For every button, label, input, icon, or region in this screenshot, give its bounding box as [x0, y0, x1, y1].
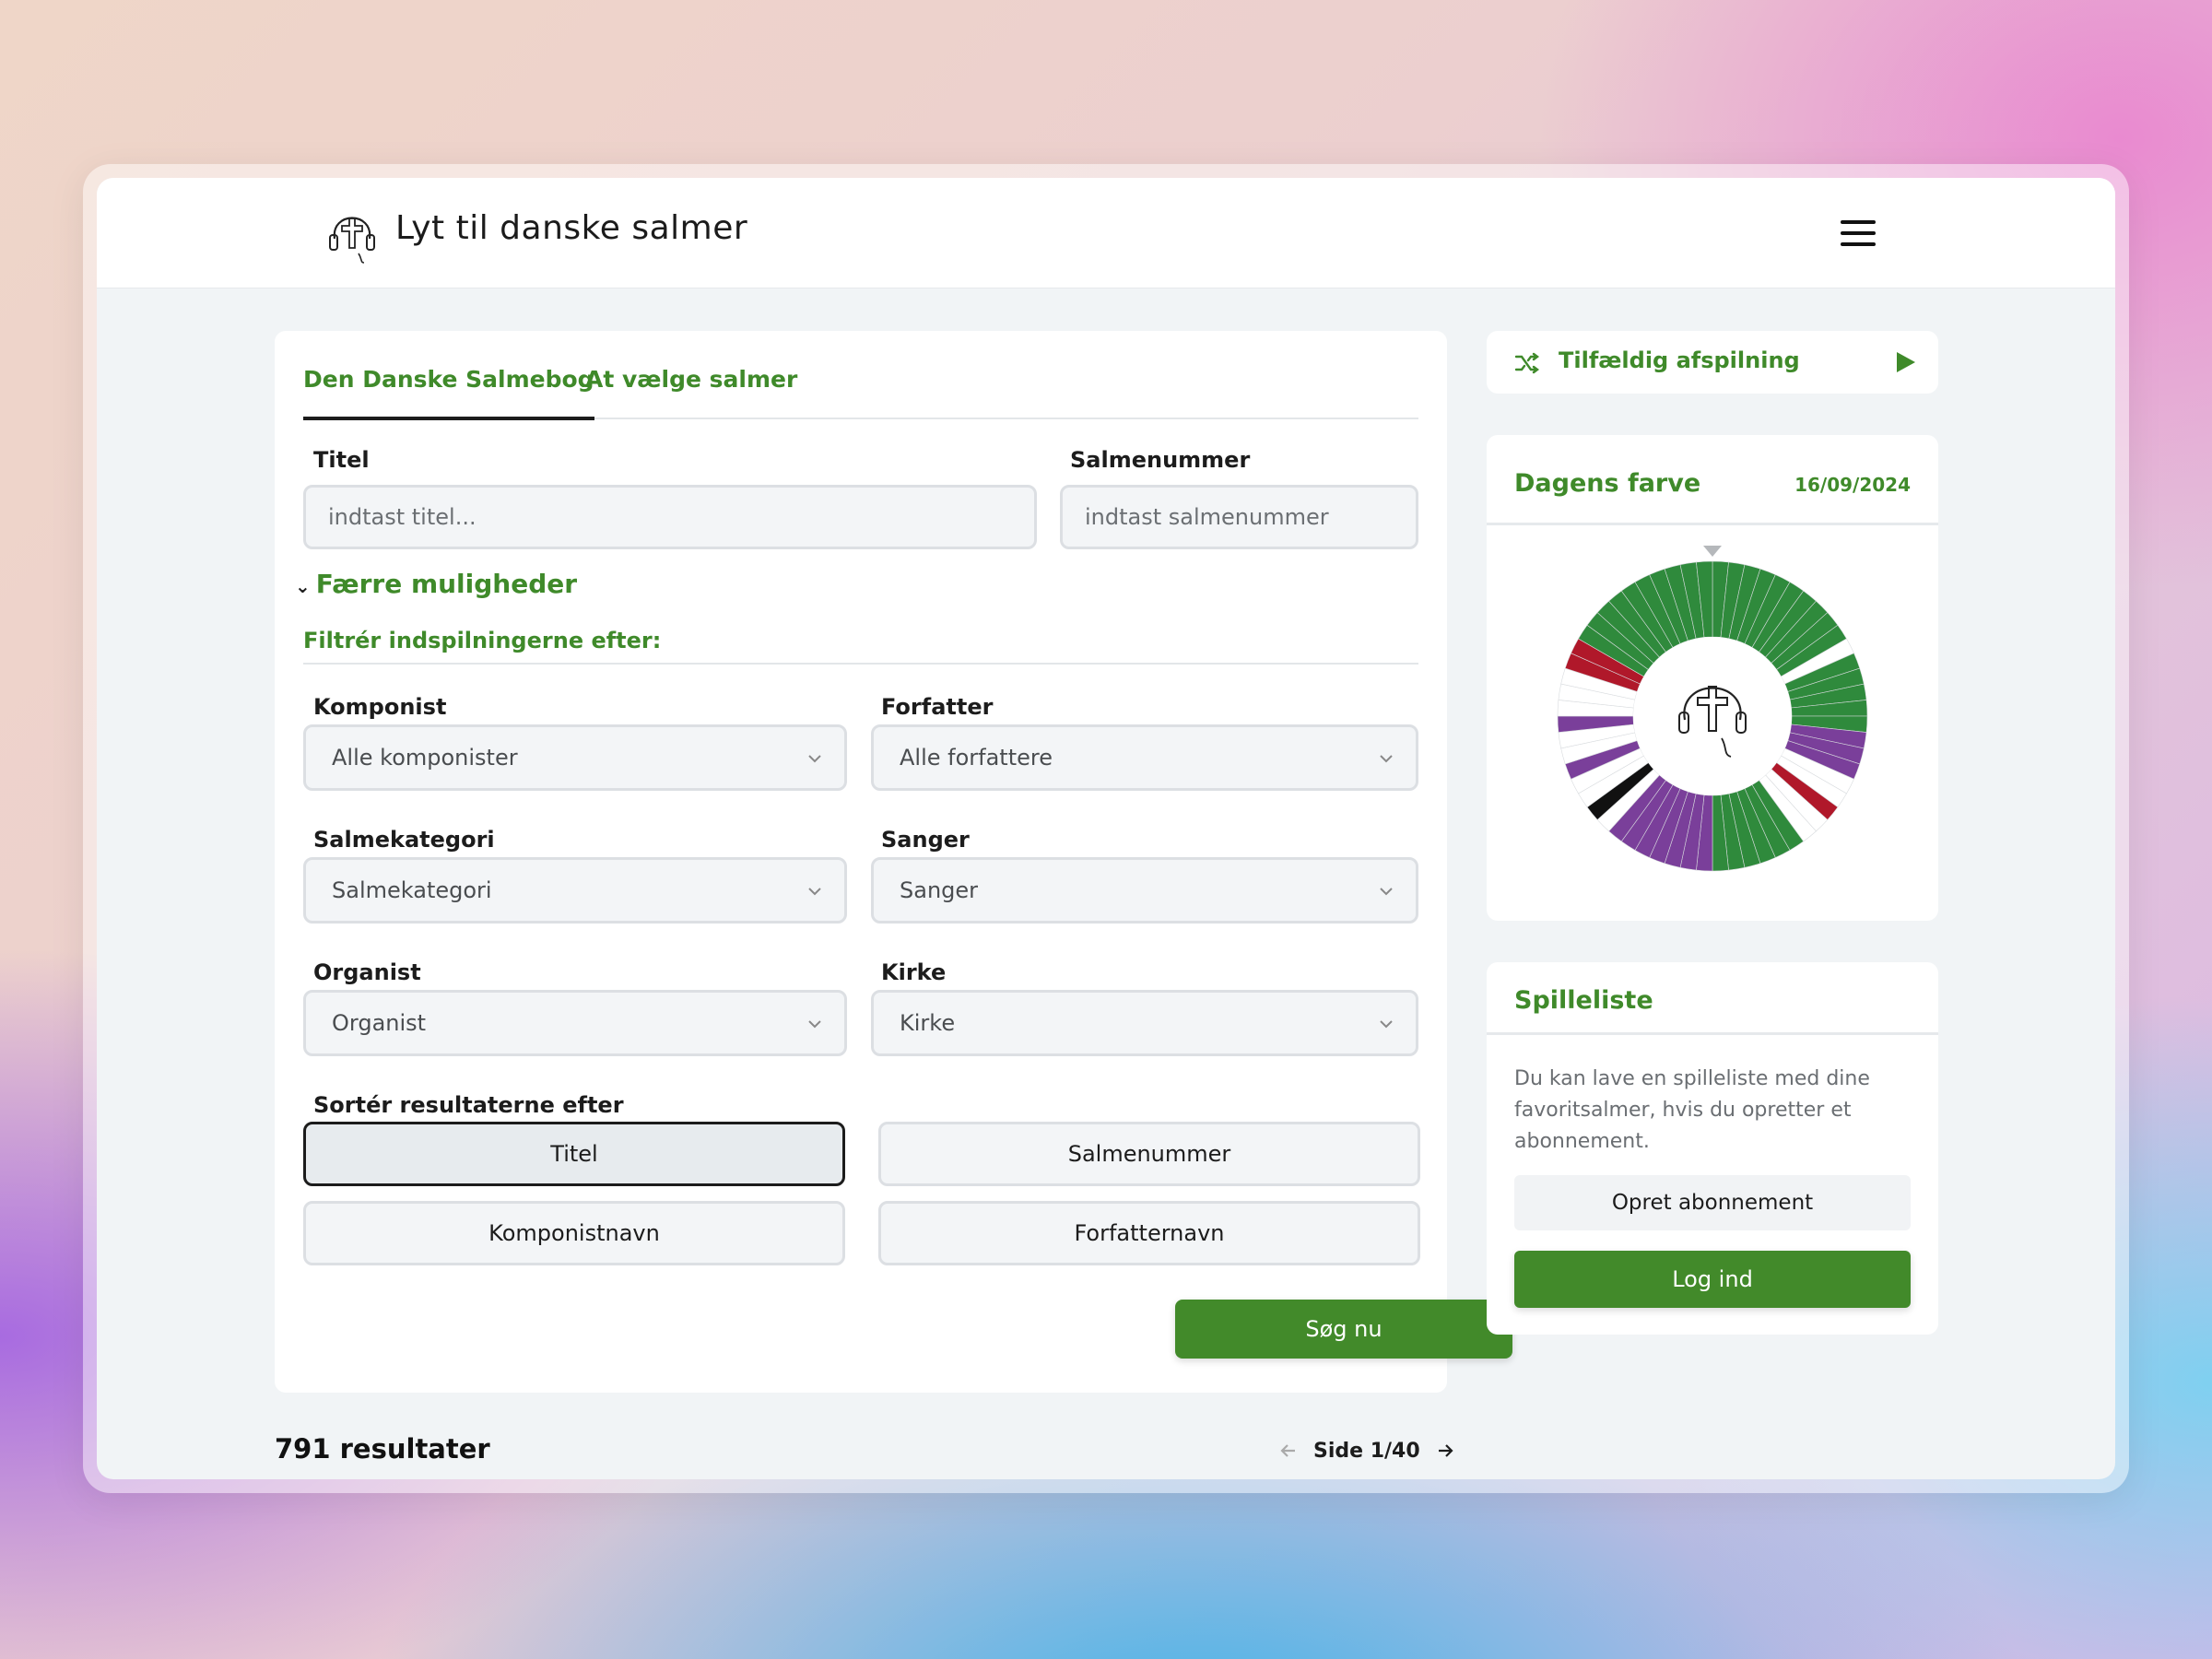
tab-bar: Den Danske Salmebog At vælge salmer	[303, 366, 1418, 420]
hamburger-menu-icon[interactable]	[1839, 215, 1879, 252]
playlist-heading: Spilleliste	[1514, 986, 1653, 1015]
app-window: Lyt til danske salmer Den Danske Salmebo…	[97, 178, 2115, 1479]
search-button[interactable]: Søg nu	[1175, 1300, 1512, 1359]
sort-author-button[interactable]: Forfatternavn	[878, 1201, 1420, 1265]
category-select-value: Salmekategori	[332, 877, 492, 903]
page-indicator: Side 1/40	[1313, 1439, 1420, 1463]
sort-title-button[interactable]: Titel	[303, 1122, 845, 1186]
color-of-day-date: 16/09/2024	[1794, 474, 1911, 496]
church-select[interactable]: Kirke	[871, 990, 1418, 1056]
singer-select-value: Sanger	[900, 877, 979, 903]
random-play-label: Tilfældig afspilning	[1559, 347, 1800, 373]
sort-label: Sortér resultaterne efter	[313, 1092, 624, 1118]
login-button[interactable]: Log ind	[1514, 1251, 1911, 1308]
arrow-right-icon[interactable]	[1433, 1439, 1457, 1463]
category-select[interactable]: Salmekategori	[303, 857, 847, 924]
sort-composer-button[interactable]: Komponistnavn	[303, 1201, 845, 1265]
random-play-card[interactable]: Tilfældig afspilning	[1487, 331, 1938, 394]
liturgical-color-wheel[interactable]	[1556, 559, 1869, 873]
composer-label: Komponist	[313, 694, 447, 720]
fewer-options-toggle[interactable]: ⌄ Færre muligheder	[295, 569, 577, 599]
search-card: Den Danske Salmebog At vælge salmer Tite…	[275, 331, 1512, 1393]
title-label: Titel	[313, 447, 370, 473]
triangle-pointer-icon	[1703, 546, 1722, 557]
app-title: Lyt til danske salmer	[395, 209, 748, 247]
title-input[interactable]	[303, 485, 1037, 549]
playlist-card: Spilleliste Du kan lave en spilleliste m…	[1487, 962, 1938, 1335]
tab-at-vaelge-salmer[interactable]: At vælge salmer	[585, 366, 797, 393]
subscribe-button[interactable]: Opret abonnement	[1514, 1175, 1911, 1230]
composer-select-value: Alle komponister	[332, 745, 518, 771]
chevron-down-icon	[1380, 755, 1393, 763]
tab-den-danske-salmebog[interactable]: Den Danske Salmebog	[303, 366, 594, 420]
chevron-down-icon	[1380, 1020, 1393, 1029]
top-bar: Lyt til danske salmer	[97, 178, 2115, 288]
number-label: Salmenummer	[1070, 447, 1251, 473]
arrow-left-icon[interactable]	[1277, 1439, 1300, 1463]
author-select-value: Alle forfattere	[900, 745, 1053, 771]
chevron-down-icon	[808, 755, 821, 763]
filter-heading: Filtrér indspilningerne efter:	[303, 628, 662, 653]
results-count: 791 resultater	[275, 1433, 490, 1465]
author-select[interactable]: Alle forfattere	[871, 724, 1418, 791]
author-label: Forfatter	[881, 694, 994, 720]
wheel-center	[1633, 637, 1792, 795]
church-select-value: Kirke	[900, 1010, 956, 1036]
organist-select[interactable]: Organist	[303, 990, 847, 1056]
chevron-down-icon	[808, 888, 821, 896]
card-divider	[1487, 523, 1938, 525]
color-of-day-card: Dagens farve 16/09/2024	[1487, 435, 1938, 921]
chevron-down-icon	[1380, 888, 1393, 896]
sort-number-button[interactable]: Salmenummer	[878, 1122, 1420, 1186]
category-label: Salmekategori	[313, 827, 495, 853]
church-label: Kirke	[881, 959, 947, 985]
cross-headphones-logo-icon[interactable]	[327, 202, 377, 265]
singer-select[interactable]: Sanger	[871, 857, 1418, 924]
chevron-down-icon	[808, 1020, 821, 1029]
chevron-down-icon: ⌄	[295, 575, 311, 597]
organist-select-value: Organist	[332, 1010, 427, 1036]
composer-select[interactable]: Alle komponister	[303, 724, 847, 791]
singer-label: Sanger	[881, 827, 970, 853]
card-divider	[1487, 1032, 1938, 1035]
play-icon[interactable]	[1892, 349, 1918, 375]
pagination: Side 1/40	[1277, 1436, 1457, 1465]
filter-divider	[303, 663, 1418, 665]
organist-label: Organist	[313, 959, 421, 985]
fewer-options-label: Færre muligheder	[315, 569, 578, 599]
shuffle-icon	[1514, 352, 1539, 374]
playlist-description: Du kan lave en spilleliste med dine favo…	[1514, 1067, 1870, 1153]
color-of-day-heading: Dagens farve	[1514, 469, 1701, 498]
number-input[interactable]	[1060, 485, 1418, 549]
